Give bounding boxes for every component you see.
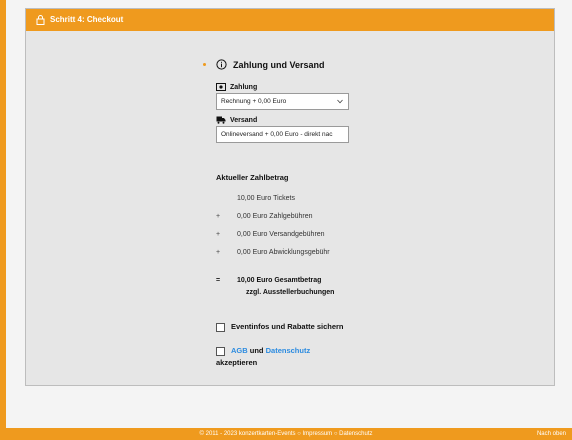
eventinfo-label: Eventinfos und Rabatte sichern [231,322,344,331]
left-accent-strip [0,0,6,440]
summary-line: 10,00 Euro Tickets [216,195,376,213]
lock-icon [36,15,45,25]
summary-lines: 10,00 Euro Tickets + 0,00 Euro Zahlgebüh… [216,195,376,296]
summary-line-op: + [216,213,221,220]
shipping-label-text: Versand [230,116,258,124]
summary-line-text: 10,00 Euro Tickets [237,195,295,202]
payment-label-text: Zahlung [230,83,258,91]
agb-text-line: AGB und Datenschutz [231,346,310,355]
und-text: und [249,346,264,355]
summary-line-op: + [216,231,221,238]
summary-title: Aktueller Zahlbetrag [216,173,289,182]
payment-select-value: Rechnung + 0,00 Euro [221,98,287,105]
section-title-text: Zahlung und Versand [233,59,325,70]
panel-title: Schritt 4: Checkout [50,15,124,24]
eventinfo-checkbox-row[interactable]: Eventinfos und Rabatte sichern [216,322,376,332]
shipping-field-value: Onlineversand + 0,00 Euro - direkt nac [221,131,333,138]
footer: © 2011 - 2023 konzertkarten-Events ○ Imp… [0,428,572,440]
summary-line: + 0,00 Euro Zahlgebühren [216,213,376,231]
footer-text: © 2011 - 2023 konzertkarten-Events ○ Imp… [199,431,373,437]
summary-line: + 0,00 Euro Versandgebühren [216,231,376,249]
summary-total: = 10,00 Euro Gesamtbetrag [216,277,376,295]
checkout-panel: Schritt 4: Checkout Zahlung und Versand … [25,8,555,386]
eventinfo-checkbox[interactable] [216,323,225,332]
chevron-down-icon [337,99,343,104]
agb-checkbox-row: AGB und Datenschutz [216,346,376,356]
truck-icon [216,116,226,124]
summary-line-op: + [216,249,221,256]
summary-line: + 0,00 Euro Abwicklungsgebühr [216,249,376,267]
summary-total-text: 10,00 Euro Gesamtbetrag [237,277,322,284]
bullet-dot [203,63,206,66]
shipping-field[interactable]: Onlineversand + 0,00 Euro - direkt nac [216,126,349,143]
back-to-top-link[interactable]: Nach oben [537,428,566,440]
summary-line-text: 0,00 Euro Zahlgebühren [237,213,313,220]
money-icon [216,83,226,91]
payment-select[interactable]: Rechnung + 0,00 Euro [216,93,349,110]
agb-link[interactable]: AGB [231,346,248,355]
panel-header: Schritt 4: Checkout [26,9,554,31]
shipping-label: Versand [216,116,376,124]
summary-line-text: 0,00 Euro Abwicklungsgebühr [237,249,330,256]
datenschutz-link[interactable]: Datenschutz [266,346,311,355]
checkout-content: Zahlung und Versand Zahlung Rechnung + 0… [203,59,376,367]
agb-checkbox[interactable] [216,347,225,356]
section-title: Zahlung und Versand [203,59,376,70]
summary-line-text: 0,00 Euro Versandgebühren [237,231,325,238]
payment-label: Zahlung [216,83,376,91]
summary-total-op: = [216,277,221,284]
info-icon [216,59,227,70]
accept-text: akzeptieren [216,358,258,367]
